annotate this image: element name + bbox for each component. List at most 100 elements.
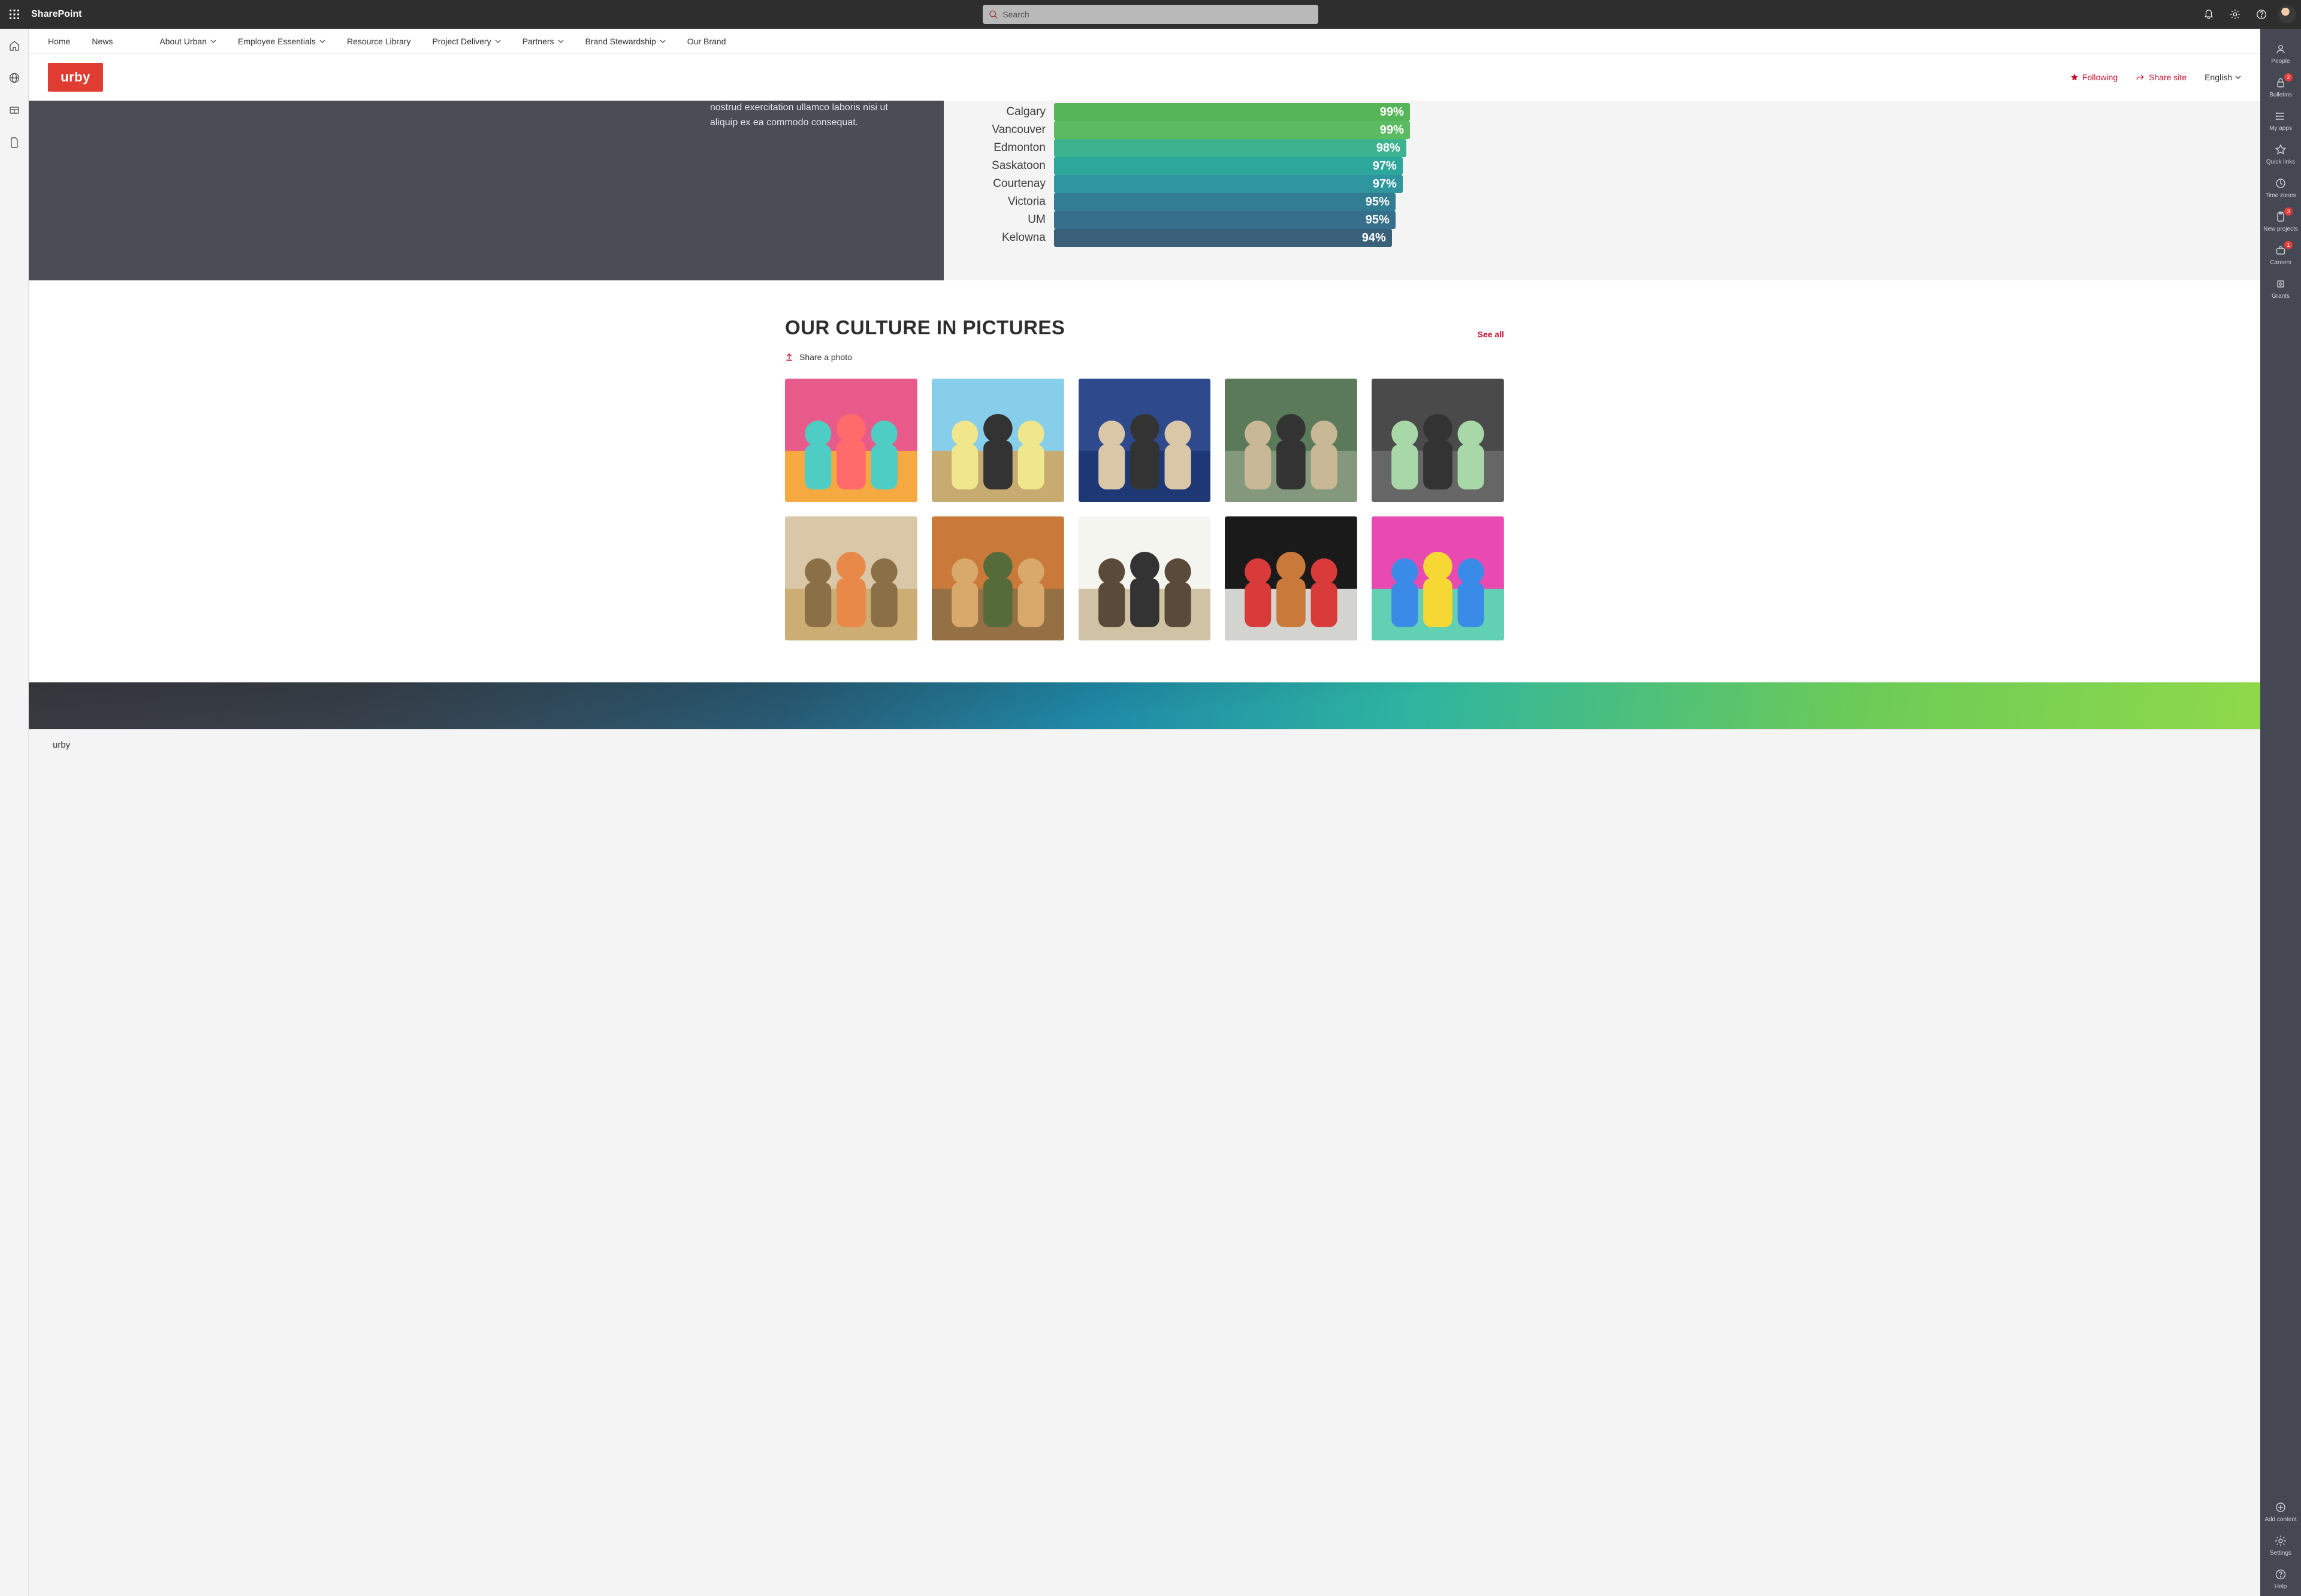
chevron-down-icon [558, 38, 564, 44]
nav-link-home[interactable]: Home [48, 37, 70, 46]
share-label: Share site [2149, 72, 2187, 82]
gradient-footer-strip [29, 682, 2260, 729]
nav-link-label: Home [48, 37, 70, 46]
star-icon [2070, 73, 2079, 81]
user-avatar[interactable] [2278, 5, 2296, 23]
chart-bar: 97% [1054, 157, 1403, 175]
nav-link-label: News [92, 37, 113, 46]
right-tool-bar: People 2 Bulletins My apps Quick links T… [2260, 29, 2301, 1596]
app-launcher-icon[interactable] [0, 0, 29, 29]
suite-bar: SharePoint [0, 0, 2301, 29]
notifications-icon[interactable] [2197, 0, 2221, 29]
chart-category-label: UM [970, 213, 1054, 226]
chart-category-label: Edmonton [970, 141, 1054, 155]
suite-right [2197, 0, 2301, 29]
gallery-thumb[interactable] [1372, 516, 1504, 640]
gallery-thumb[interactable] [1372, 379, 1504, 502]
globe-icon[interactable] [8, 72, 20, 84]
share-site-button[interactable]: Share site [2136, 72, 2187, 82]
tool-label: Help [2275, 1583, 2287, 1590]
files-icon[interactable] [8, 137, 20, 149]
chart-row: Vancouver99% [970, 121, 1432, 139]
chevron-down-icon [210, 38, 216, 44]
site-header: urby Following Share site English [29, 54, 2260, 101]
hero-section: nostrud exercitation ullamco laboris nis… [29, 101, 2260, 280]
tool-bulletins[interactable]: 2 Bulletins [2260, 71, 2301, 104]
nav-link-news[interactable]: News [92, 37, 113, 46]
chart-row: Calgary99% [970, 103, 1432, 121]
help-icon[interactable] [2249, 0, 2273, 29]
badge: 3 [2284, 207, 2293, 216]
badge: 1 [2284, 241, 2293, 249]
search-icon [989, 10, 998, 19]
gallery-thumb[interactable] [1079, 379, 1211, 502]
gallery-thumb[interactable] [785, 379, 917, 502]
nav-link-our-brand[interactable]: Our Brand [687, 37, 726, 46]
chart-row: Edmonton98% [970, 139, 1432, 157]
tool-label: My apps [2269, 125, 2292, 132]
chart-row: Courtenay97% [970, 175, 1432, 193]
nav-link-label: Our Brand [687, 37, 726, 46]
gallery-thumb[interactable] [932, 516, 1064, 640]
chart-row: Saskatoon97% [970, 157, 1432, 175]
gallery-thumb[interactable] [1079, 516, 1211, 640]
home-icon[interactable] [8, 40, 20, 52]
share-icon [2136, 73, 2145, 82]
gallery-thumb[interactable] [1225, 516, 1357, 640]
see-all-link[interactable]: See all [1478, 330, 1504, 339]
nav-link-resource-library[interactable]: Resource Library [347, 37, 411, 46]
chart-row: Victoria95% [970, 193, 1432, 211]
search-input[interactable] [1002, 10, 1312, 19]
photo-gallery [785, 379, 1504, 640]
nav-link-project-delivery[interactable]: Project Delivery [433, 37, 501, 46]
nav-link-about-urban[interactable]: About Urban [159, 37, 216, 46]
tool-label: Add content [2264, 1516, 2296, 1523]
suite-product-name[interactable]: SharePoint [31, 9, 81, 20]
bottom-bar: urby [29, 729, 2260, 760]
chart-bar: 97% [1054, 175, 1403, 193]
tool-help[interactable]: Help [2260, 1562, 2301, 1596]
brand-logo[interactable]: urby [48, 63, 103, 92]
gallery-thumb[interactable] [785, 516, 917, 640]
nav-link-employee-essentials[interactable]: Employee Essentials [238, 37, 325, 46]
chart-category-label: Vancouver [970, 123, 1054, 137]
tool-label: Careers [2270, 259, 2291, 266]
share-photo-button[interactable]: Share a photo [785, 352, 1504, 362]
tool-label: Quick links [2266, 159, 2295, 165]
tool-timezones[interactable]: Time zones [2260, 171, 2301, 205]
nav-link-partners[interactable]: Partners [523, 37, 564, 46]
chevron-down-icon [319, 38, 325, 44]
chevron-down-icon [660, 38, 666, 44]
news-icon[interactable] [8, 104, 20, 116]
culture-title: OUR CULTURE IN PICTURES [785, 316, 1065, 339]
tool-careers[interactable]: 1 Careers [2260, 238, 2301, 272]
nav-link-brand-stewardship[interactable]: Brand Stewardship [585, 37, 666, 46]
gallery-thumb[interactable] [932, 379, 1064, 502]
nav-link-label: Brand Stewardship [585, 37, 656, 46]
tool-newprojects[interactable]: 3 New projects [2260, 205, 2301, 238]
share-photo-label: Share a photo [799, 352, 852, 362]
chart-bar: 95% [1054, 193, 1396, 211]
tool-label: Settings [2270, 1550, 2291, 1556]
gallery-thumb[interactable] [1225, 379, 1357, 502]
chart-category-label: Courtenay [970, 177, 1054, 191]
tool-people[interactable]: People [2260, 37, 2301, 71]
nav-link-label: About Urban [159, 37, 207, 46]
following-button[interactable]: Following [2070, 72, 2118, 82]
tool-label: Bulletins [2269, 92, 2292, 98]
tool-quicklinks[interactable]: Quick links [2260, 138, 2301, 171]
following-label: Following [2082, 72, 2118, 82]
language-selector[interactable]: English [2205, 72, 2241, 82]
tool-label: New projects [2263, 226, 2298, 232]
nav-link-label: Employee Essentials [238, 37, 316, 46]
chart-category-label: Saskatoon [970, 159, 1054, 173]
tool-grants[interactable]: Grants [2260, 272, 2301, 306]
tool-myapps[interactable]: My apps [2260, 104, 2301, 138]
tool-addcontent[interactable]: Add content [2260, 1495, 2301, 1529]
settings-icon[interactable] [2223, 0, 2247, 29]
badge: 2 [2284, 73, 2293, 81]
upload-icon [785, 353, 793, 361]
tool-settings[interactable]: Settings [2260, 1529, 2301, 1562]
search-box[interactable] [983, 5, 1318, 24]
chart-bar: 99% [1054, 121, 1410, 139]
